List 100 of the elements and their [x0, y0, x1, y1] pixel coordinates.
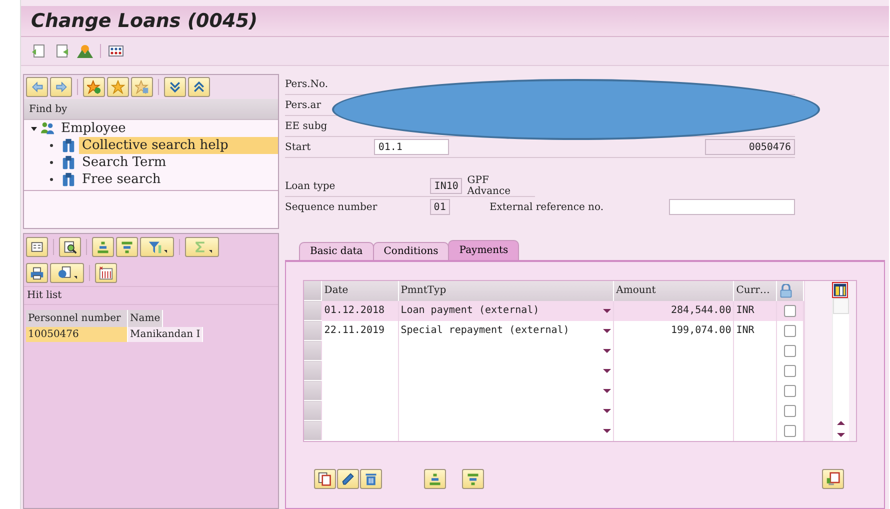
trash-icon — [364, 472, 378, 486]
details-icon — [30, 240, 44, 254]
checkbox[interactable] — [784, 384, 796, 396]
column-header[interactable]: PmntTyp — [398, 281, 614, 300]
layout-icon — [99, 266, 113, 280]
copy-button[interactable] — [314, 469, 336, 489]
tree-node[interactable]: Employee — [58, 120, 129, 137]
sun-mountain-icon[interactable] — [77, 43, 93, 59]
checkbox[interactable] — [784, 344, 796, 356]
personnel-number-field[interactable]: 0050476 — [704, 139, 795, 155]
star-delete-icon — [135, 80, 149, 94]
table-cell: 199,074.00 — [614, 320, 734, 340]
checkbox[interactable] — [784, 324, 796, 336]
sum-button[interactable] — [185, 237, 219, 257]
checkbox[interactable] — [784, 404, 796, 416]
document-settings-icon — [826, 472, 840, 486]
sort-descending-icon — [466, 472, 480, 486]
column-header[interactable]: Name — [128, 310, 164, 327]
field-label: Pers.No. — [285, 78, 328, 90]
sequence-number-field[interactable]: 01 — [430, 199, 450, 215]
table-cell: INR — [734, 300, 777, 320]
sort-descending-icon — [120, 240, 134, 254]
star-add-button[interactable] — [83, 77, 105, 97]
sort-ascending-button[interactable] — [92, 237, 114, 257]
dropdown-arrow-icon[interactable] — [603, 428, 612, 432]
table-cell[interactable]: Manikandan I — [128, 327, 204, 342]
magnifier-document-button[interactable] — [59, 237, 81, 257]
sum-icon — [192, 240, 206, 254]
tree-item[interactable]: Free search — [79, 171, 164, 188]
details-button[interactable] — [26, 237, 48, 257]
loan-type-field[interactable]: IN10 — [430, 178, 462, 194]
table-cell: Loan payment (external) — [400, 305, 540, 316]
dropdown-arrow-icon[interactable] — [603, 368, 612, 372]
external-reference-field[interactable] — [668, 199, 795, 215]
checkbox[interactable] — [784, 304, 796, 316]
table-cell: 284,544.00 — [614, 300, 734, 320]
document-icon[interactable] — [31, 43, 47, 59]
hit-list-title: Hit list — [27, 290, 62, 301]
tab[interactable]: Basic data — [299, 242, 374, 260]
field-label: Start — [285, 142, 311, 152]
pencil-button[interactable] — [337, 469, 359, 489]
sort-descending-button[interactable] — [462, 469, 484, 489]
table-cell: Special repayment (external) — [400, 325, 570, 336]
field-label: External reference no. — [489, 202, 605, 212]
star-button[interactable] — [107, 77, 129, 97]
dropdown-arrow-icon[interactable] — [603, 348, 612, 352]
double-chevron-down-button[interactable] — [164, 77, 186, 97]
trash-button[interactable] — [360, 469, 382, 489]
export-icon — [58, 266, 72, 280]
sort-ascending-button[interactable] — [424, 469, 446, 489]
find-by-label: Find by — [29, 104, 68, 114]
table-cell: 01.12.2018 — [322, 300, 398, 320]
column-header[interactable]: Personnel number — [26, 310, 128, 327]
column-settings-icon — [833, 283, 848, 297]
window-title: Change Loans (0045) — [31, 10, 258, 32]
filter-button[interactable] — [140, 237, 174, 257]
bullet-icon — [50, 161, 53, 164]
table-cell[interactable]: 10050476 — [26, 327, 128, 342]
table-cell: INR — [734, 320, 777, 340]
printer-button[interactable] — [26, 263, 48, 283]
dropdown-arrow-icon[interactable] — [603, 408, 612, 412]
forward-arrow-button[interactable] — [50, 77, 72, 97]
sort-descending-button[interactable] — [116, 237, 138, 257]
double-chevron-up-icon — [192, 80, 206, 94]
table-row[interactable]: 22.11.2019 Special repayment (external) 199,074.00 INR — [304, 320, 804, 340]
dropdown-arrow-icon[interactable] — [603, 328, 612, 332]
document-settings-button[interactable] — [822, 469, 844, 489]
dropdown-arrow-icon[interactable] — [603, 388, 612, 392]
back-arrow-icon — [30, 80, 44, 94]
star-delete-button[interactable] — [131, 77, 153, 97]
loan-type-text: GPF Advance — [467, 175, 512, 197]
layout-button[interactable] — [95, 263, 117, 283]
table-row[interactable]: 01.12.2018 Loan payment (external) 284,544.00 INR — [304, 300, 804, 320]
back-arrow-button[interactable] — [26, 77, 48, 97]
sort-ascending-icon — [96, 240, 110, 254]
scrollbar[interactable] — [832, 298, 849, 441]
double-chevron-down-icon — [168, 80, 182, 94]
tree-item[interactable]: Collective search help — [79, 137, 278, 154]
binoculars-icon — [61, 172, 76, 187]
printer-icon — [30, 266, 44, 280]
double-chevron-up-button[interactable] — [188, 77, 210, 97]
tab[interactable]: Payments — [448, 240, 520, 260]
binoculars-icon — [61, 138, 76, 153]
magnifier-document-icon — [63, 240, 77, 254]
export-button[interactable] — [50, 263, 84, 283]
start-date-field[interactable]: 01.1 — [374, 139, 450, 155]
expand-toggle-icon[interactable] — [31, 126, 37, 130]
field-label: Pers.ar — [285, 100, 322, 110]
checkbox[interactable] — [784, 364, 796, 376]
people-icon — [40, 121, 55, 136]
star-add-icon — [87, 80, 101, 94]
checkbox[interactable] — [784, 424, 796, 436]
column-header[interactable]: Date — [322, 281, 398, 300]
tab[interactable]: Conditions — [372, 242, 450, 260]
pencil-icon — [341, 472, 355, 486]
tree-item[interactable]: Search Term — [79, 154, 170, 171]
column-header[interactable]: Curr… — [734, 281, 777, 300]
column-header[interactable]: Amount — [614, 281, 734, 300]
star-icon — [111, 80, 125, 94]
dot-grid-icon[interactable] — [108, 43, 124, 59]
